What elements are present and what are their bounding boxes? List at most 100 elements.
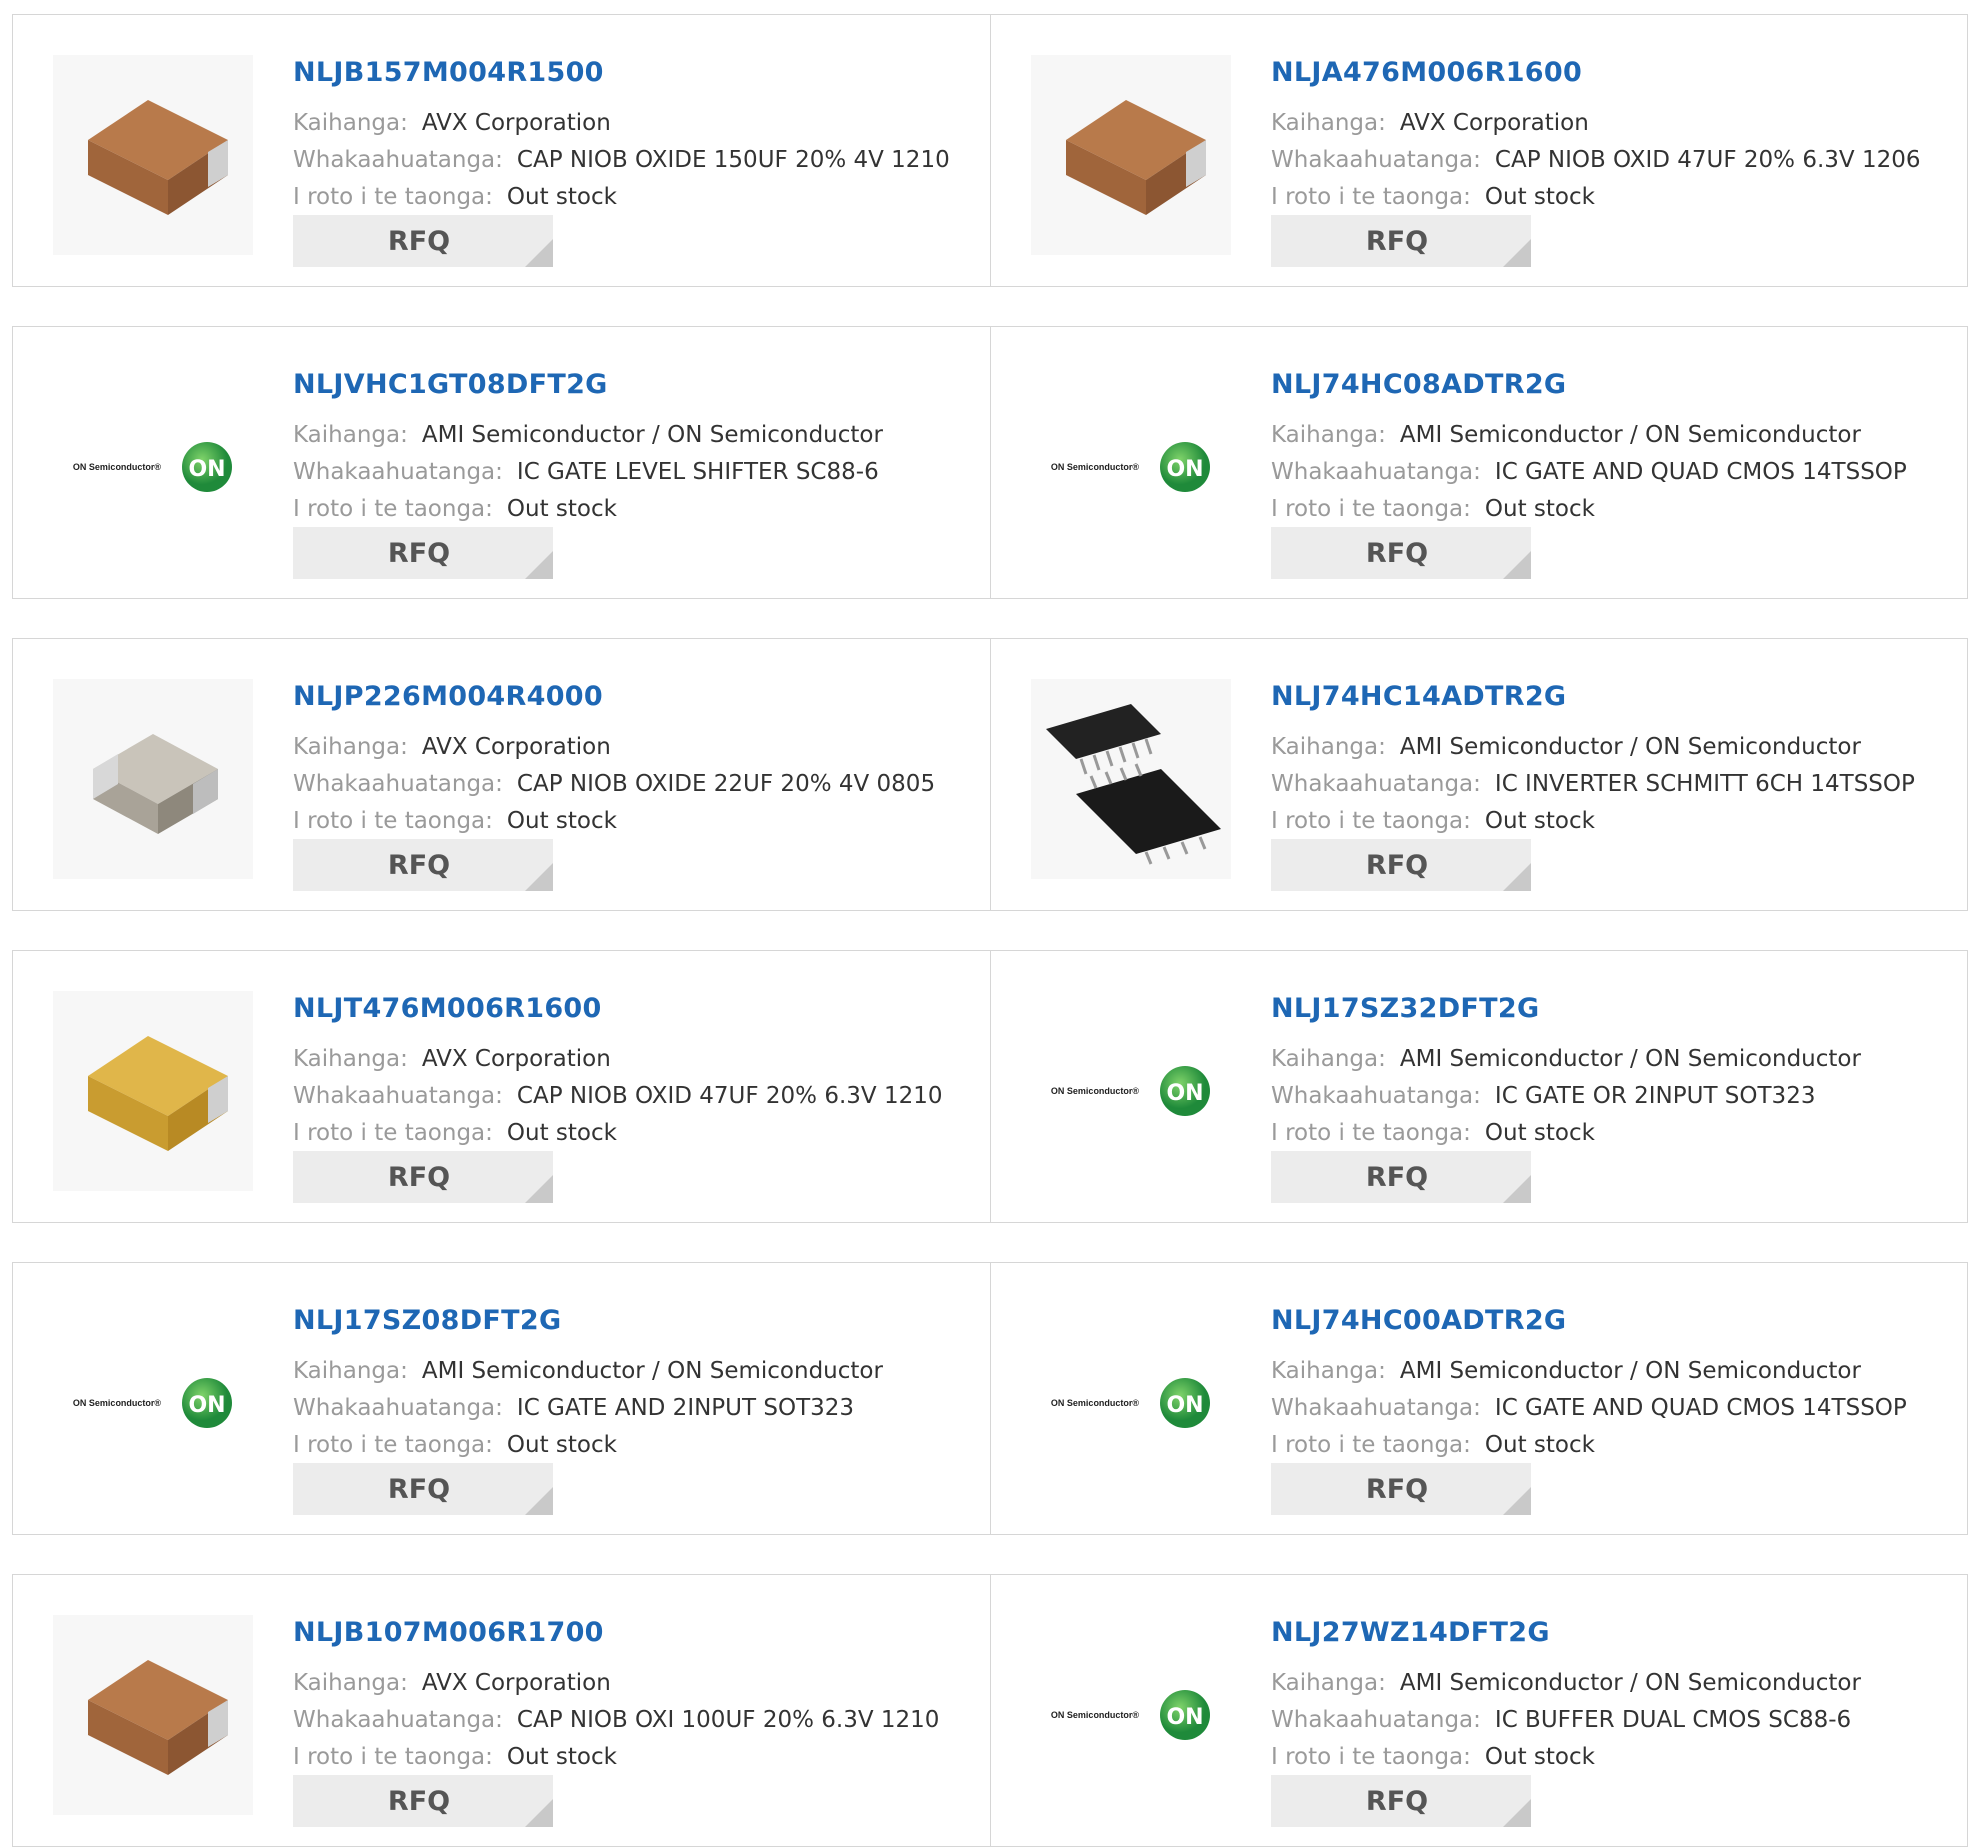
product-image[interactable] (53, 991, 253, 1191)
brown-tantalum-cap-icon (88, 1660, 228, 1775)
rfq-button[interactable]: RFQ (1271, 839, 1531, 891)
part-number-link[interactable]: NLJ27WZ14DFT2G (1271, 1617, 1958, 1649)
part-number-link[interactable]: NLJB107M006R1700 (293, 1617, 980, 1649)
stock-status: I roto i te taonga: Out stock (293, 179, 980, 216)
manufacturer-label: Kaihanga: (1271, 110, 1386, 136)
stock-status: I roto i te taonga: Out stock (293, 1115, 980, 1152)
part-number-link[interactable]: NLJ17SZ08DFT2G (293, 1305, 980, 1337)
product-image[interactable]: ON Semiconductor® ON (53, 1303, 253, 1503)
rfq-button[interactable]: RFQ (1271, 1463, 1531, 1515)
product-info: NLJ74HC00ADTR2G Kaihanga: AMI Semiconducto… (1271, 1293, 1958, 1464)
rfq-label: RFQ (387, 1161, 451, 1193)
on-logo-text: ON Semiconductor® (72, 1398, 162, 1408)
corner-triangle-icon (525, 239, 553, 267)
on-logo-icon: ON (1160, 442, 1211, 492)
svg-text:ON: ON (1167, 1393, 1204, 1418)
stock-status-label: I roto i te taonga: (1271, 1432, 1471, 1458)
part-number-link[interactable]: NLJP226M004R4000 (293, 681, 980, 713)
rfq-button[interactable]: RFQ (1271, 215, 1531, 267)
on-logo-text: ON Semiconductor® (1050, 462, 1140, 472)
part-number-link[interactable]: NLJ74HC00ADTR2G (1271, 1305, 1958, 1337)
description-value: IC INVERTER SCHMITT 6CH 14TSSOP (1494, 771, 1915, 797)
rfq-button[interactable]: RFQ (1271, 527, 1531, 579)
product-image[interactable] (53, 55, 253, 255)
stock-status-value: Out stock (506, 1120, 617, 1146)
product-info: NLJB157M004R1500 Kaihanga: AVX Corporation… (293, 45, 980, 216)
part-number-link[interactable]: NLJ17SZ32DFT2G (1271, 993, 1958, 1025)
product-card: NLJB107M006R1700 Kaihanga: AVX Corporation… (13, 1575, 990, 1846)
rfq-button[interactable]: RFQ (293, 1151, 553, 1203)
product-image[interactable] (53, 679, 253, 879)
manufacturer-value: AVX Corporation (421, 110, 611, 136)
manufacturer: Kaihanga: AMI Semiconductor / ON Semicond… (1271, 1353, 1958, 1390)
description: Whakaahuatanga: IC GATE AND QUAD CMOS 14T… (1271, 454, 1958, 491)
brown-tantalum-cap-icon (1066, 100, 1206, 215)
description: Whakaahuatanga: IC INVERTER SCHMITT 6CH 1… (1271, 766, 1958, 803)
product-info: NLJB107M006R1700 Kaihanga: AVX Corporation… (293, 1605, 980, 1776)
product-card: ON Semiconductor® ON NLJ74HC08ADTR2G Kaih… (991, 327, 1968, 598)
manufacturer: Kaihanga: AMI Semiconductor / ON Semicond… (1271, 1665, 1958, 1702)
on-semiconductor-logo: ON Semiconductor® ON (73, 1377, 233, 1429)
product-image[interactable]: ON Semiconductor® ON (1031, 991, 1231, 1191)
svg-text:ON: ON (1167, 1705, 1204, 1730)
rfq-button[interactable]: RFQ (293, 215, 553, 267)
product-image[interactable] (1031, 679, 1231, 879)
part-number-link[interactable]: NLJ74HC08ADTR2G (1271, 369, 1958, 401)
stock-status-label: I roto i te taonga: (1271, 184, 1471, 210)
rfq-button[interactable]: RFQ (293, 1775, 553, 1827)
description: Whakaahuatanga: CAP NIOB OXIDE 22UF 20% 4… (293, 766, 980, 803)
svg-text:ON: ON (189, 457, 226, 482)
part-number-link[interactable]: NLJT476M006R1600 (293, 993, 980, 1025)
description-label: Whakaahuatanga: (293, 1395, 503, 1421)
product-row: NLJB157M004R1500 Kaihanga: AVX Corporation… (12, 14, 1968, 287)
corner-triangle-icon (525, 551, 553, 579)
stock-status: I roto i te taonga: Out stock (1271, 1115, 1958, 1152)
description: Whakaahuatanga: IC GATE OR 2INPUT SOT323 (1271, 1078, 1958, 1115)
corner-triangle-icon (525, 863, 553, 891)
product-image[interactable]: ON Semiconductor® ON (53, 367, 253, 567)
manufacturer-value: AMI Semiconductor / ON Semiconductor (421, 1358, 883, 1384)
rfq-button[interactable]: RFQ (293, 527, 553, 579)
product-image[interactable] (1031, 55, 1231, 255)
on-logo-icon: ON (1160, 1066, 1211, 1116)
part-number-link[interactable]: NLJ74HC14ADTR2G (1271, 681, 1958, 713)
description-value: CAP NIOB OXIDE 22UF 20% 4V 0805 (516, 771, 936, 797)
manufacturer: Kaihanga: AMI Semiconductor / ON Semicond… (293, 417, 980, 454)
manufacturer-value: AVX Corporation (421, 1670, 611, 1696)
product-info: NLJ17SZ08DFT2G Kaihanga: AMI Semiconductor… (293, 1293, 980, 1464)
description: Whakaahuatanga: IC GATE LEVEL SHIFTER SC8… (293, 454, 980, 491)
description-label: Whakaahuatanga: (1271, 1395, 1481, 1421)
product-image[interactable] (53, 1615, 253, 1815)
product-image[interactable]: ON Semiconductor® ON (1031, 367, 1231, 567)
manufacturer: Kaihanga: AMI Semiconductor / ON Semicond… (1271, 1041, 1958, 1078)
description-label: Whakaahuatanga: (1271, 1083, 1481, 1109)
part-number-link[interactable]: NLJB157M004R1500 (293, 57, 980, 89)
rfq-button[interactable]: RFQ (1271, 1775, 1531, 1827)
rfq-button[interactable]: RFQ (293, 1463, 553, 1515)
rfq-label: RFQ (1365, 849, 1429, 881)
stock-status-value: Out stock (1484, 496, 1595, 522)
stock-status-label: I roto i te taonga: (293, 808, 493, 834)
stock-status: I roto i te taonga: Out stock (293, 491, 980, 528)
description-label: Whakaahuatanga: (1271, 771, 1481, 797)
product-info: NLJ74HC08ADTR2G Kaihanga: AMI Semiconducto… (1271, 357, 1958, 528)
part-number-link[interactable]: NLJVHC1GT08DFT2G (293, 369, 980, 401)
stock-status: I roto i te taonga: Out stock (1271, 1739, 1958, 1776)
product-row: NLJP226M004R4000 Kaihanga: AVX Corporation… (12, 638, 1968, 911)
stock-status-label: I roto i te taonga: (1271, 1744, 1471, 1770)
description: Whakaahuatanga: CAP NIOB OXIDE 150UF 20% … (293, 142, 980, 179)
stock-status: I roto i te taonga: Out stock (1271, 179, 1958, 216)
corner-triangle-icon (525, 1175, 553, 1203)
svg-text:ON: ON (1167, 1081, 1204, 1106)
on-semiconductor-logo: ON Semiconductor® ON (73, 441, 233, 493)
on-semiconductor-logo: ON Semiconductor® ON (1051, 1065, 1211, 1117)
product-card: NLJB157M004R1500 Kaihanga: AVX Corporation… (13, 15, 990, 286)
product-image[interactable]: ON Semiconductor® ON (1031, 1303, 1231, 1503)
stock-status-label: I roto i te taonga: (293, 1432, 493, 1458)
product-image[interactable]: ON Semiconductor® ON (1031, 1615, 1231, 1815)
rfq-button[interactable]: RFQ (293, 839, 553, 891)
manufacturer-value: AMI Semiconductor / ON Semiconductor (421, 422, 883, 448)
rfq-button[interactable]: RFQ (1271, 1151, 1531, 1203)
on-semiconductor-logo: ON Semiconductor® ON (1051, 1689, 1211, 1741)
part-number-link[interactable]: NLJA476M006R1600 (1271, 57, 1958, 89)
